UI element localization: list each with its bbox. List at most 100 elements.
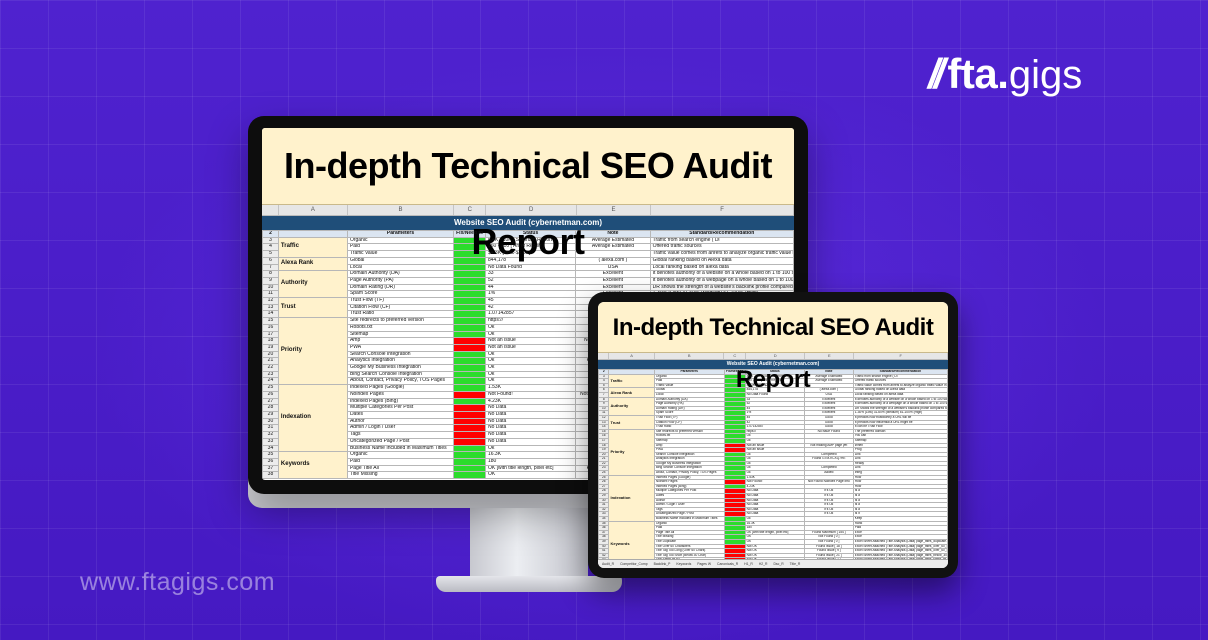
parameter-cell[interactable]: About, Contact, Privacy Policy, TOS Page… xyxy=(653,470,725,476)
column-header[interactable]: Note xyxy=(575,230,651,238)
fix-status-cell[interactable] xyxy=(453,297,486,305)
status-cell[interactable]: 4.23K xyxy=(484,397,577,406)
sheet-tab[interactable]: Dsc_R xyxy=(773,562,783,566)
status-cell[interactable]: 42 xyxy=(484,303,577,312)
parameter-cell[interactable]: Spam Score xyxy=(346,290,455,299)
sheet-tab[interactable]: Keywords xyxy=(676,562,691,566)
row-number[interactable]: 18 xyxy=(262,337,279,345)
parameter-cell[interactable]: Analytics Integration xyxy=(346,357,455,366)
note-cell[interactable]: Average Estimated xyxy=(575,236,651,245)
status-cell[interactable]: Ok xyxy=(484,330,577,339)
status-cell[interactable]: No Data xyxy=(484,431,577,439)
status-cell[interactable]: Ok xyxy=(484,357,577,366)
column-letter[interactable]: C xyxy=(454,205,487,215)
row-number[interactable]: 15 xyxy=(262,317,279,325)
category-cell[interactable]: Alexa Rank xyxy=(608,387,655,398)
category-cell[interactable]: Indexation xyxy=(277,384,348,453)
fix-status-cell[interactable] xyxy=(453,464,486,473)
sheet-tab[interactable]: Title_R xyxy=(790,562,801,566)
parameter-cell[interactable]: Citation Flow (CF) xyxy=(346,303,455,312)
parameter-cell[interactable]: Search Console Integration xyxy=(346,350,455,359)
sheet-tab[interactable]: Pages W xyxy=(697,562,711,566)
row-number[interactable]: 12 xyxy=(262,297,279,305)
parameter-cell[interactable]: Domain Rating (DR) xyxy=(346,283,455,292)
row-number[interactable]: 16 xyxy=(262,323,279,332)
recommendation-cell[interactable]: Local ranking based on alexa data xyxy=(649,263,794,272)
sheet-tab-bar[interactable]: Audit_R Competitor_Comp Backlink_P Keywords… xyxy=(598,559,948,568)
recommendation-cell[interactable]: Excel Sheet Attached (Title Analysis (Da… xyxy=(852,543,948,550)
parameter-cell[interactable]: Title Missing xyxy=(346,471,455,479)
sheet-tab[interactable]: Canonicals_R xyxy=(717,562,738,566)
row-number[interactable]: 3 xyxy=(262,236,279,245)
note-cell[interactable]: Not making AMP page yet xyxy=(803,442,854,449)
fix-status-cell[interactable] xyxy=(453,417,486,426)
note-cell[interactable]: Not Found Noindex Page Info xyxy=(803,479,854,485)
fix-status-cell[interactable] xyxy=(453,404,486,412)
status-cell[interactable]: Not an issue xyxy=(484,343,577,352)
note-cell[interactable]: USA xyxy=(575,263,651,272)
category-cell[interactable]: Priority xyxy=(277,317,348,386)
parameter-cell[interactable]: Trust Flow (TF) xyxy=(346,297,455,305)
parameter-cell[interactable]: Page Title All xyxy=(346,464,455,473)
fix-status-cell[interactable] xyxy=(453,317,486,325)
column-letter[interactable]: E xyxy=(577,205,652,215)
column-letter[interactable]: F xyxy=(651,205,794,215)
row-number[interactable]: 36 xyxy=(262,457,279,466)
note-cell[interactable]: Excellent xyxy=(575,283,651,292)
recommendation-cell[interactable]: Traffic value comes from ahrefs to analy… xyxy=(852,382,948,389)
parameter-cell[interactable]: Business Name Included in Maximum Titles xyxy=(653,516,725,522)
fix-status-cell[interactable] xyxy=(453,444,486,453)
row-number[interactable]: 37 xyxy=(262,464,279,473)
recommendation-cell[interactable]: Traffic value comes from ahrefs to analy… xyxy=(649,250,794,258)
status-cell[interactable]: 44 xyxy=(484,283,577,292)
fix-status-cell[interactable] xyxy=(453,384,486,392)
fix-status-cell[interactable] xyxy=(453,411,486,419)
fix-status-cell[interactable] xyxy=(453,437,486,446)
row-number[interactable]: 19 xyxy=(262,343,279,352)
category-cell[interactable]: Alexa Rank xyxy=(277,256,348,272)
recommendation-cell[interactable]: Traffic from search engine ( Di xyxy=(649,236,794,245)
sheet-tab[interactable]: Backlink_P xyxy=(654,562,671,566)
row-number[interactable]: 27 xyxy=(262,397,279,406)
row-number[interactable]: 31 xyxy=(262,424,279,433)
parameter-cell[interactable]: Indexed Pages (Bing) xyxy=(346,397,455,406)
column-header[interactable]: Fix/Need to xyxy=(723,369,746,375)
status-cell[interactable]: Ok xyxy=(484,350,577,359)
parameter-cell[interactable]: Google My Business Integration xyxy=(346,364,455,372)
status-cell[interactable]: Ok xyxy=(484,364,577,372)
category-cell[interactable]: Traffic xyxy=(608,373,655,389)
parameter-cell[interactable]: Dates xyxy=(346,411,455,419)
parameter-cell[interactable]: Domain Authority (DA) xyxy=(346,270,455,278)
status-cell[interactable]: Ok xyxy=(484,444,577,453)
recommendation-cell[interactable]: DR shows the strength of a website's bac… xyxy=(852,405,948,412)
fix-status-cell[interactable] xyxy=(453,471,486,479)
fix-status-cell[interactable] xyxy=(453,310,486,319)
category-cell[interactable]: Priority xyxy=(608,428,655,476)
category-cell[interactable]: Keywords xyxy=(277,451,348,480)
parameter-cell[interactable]: Global xyxy=(346,256,455,265)
row-number[interactable]: 33 xyxy=(262,437,279,446)
row-number[interactable]: 26 xyxy=(262,390,279,399)
note-cell[interactable]: Excellent xyxy=(575,270,651,278)
fix-status-cell[interactable] xyxy=(453,451,486,459)
parameter-cell[interactable]: Uncategorized Page / Post xyxy=(346,437,455,446)
row-number[interactable]: 9 xyxy=(262,276,279,285)
status-cell[interactable]: OK xyxy=(484,471,577,479)
category-cell[interactable]: Indexation xyxy=(608,474,655,522)
row-number[interactable]: 23 xyxy=(262,370,279,379)
parameter-cell[interactable]: Author xyxy=(346,417,455,426)
parameter-cell[interactable]: Bing Search Console Integration xyxy=(346,370,455,379)
status-cell[interactable]: Ok xyxy=(484,323,577,332)
parameter-cell[interactable]: Paid xyxy=(346,457,455,466)
parameter-cell[interactable]: Multiple Categories Per Post xyxy=(346,404,455,412)
parameter-cell[interactable]: Page Authority (PA) xyxy=(346,276,455,285)
column-letter[interactable]: F xyxy=(854,353,948,359)
recommendation-cell[interactable]: Excel Sheet Attached (Title Analysis (Da… xyxy=(852,539,948,545)
row-number[interactable]: 5 xyxy=(262,250,279,258)
row-number[interactable]: 17 xyxy=(262,330,279,339)
note-cell[interactable] xyxy=(575,250,651,258)
column-header[interactable]: Parameters xyxy=(346,230,455,238)
row-number[interactable]: 6 xyxy=(262,256,279,265)
row-number[interactable]: 30 xyxy=(262,417,279,426)
sheet-tab[interactable]: H1_R xyxy=(744,562,753,566)
